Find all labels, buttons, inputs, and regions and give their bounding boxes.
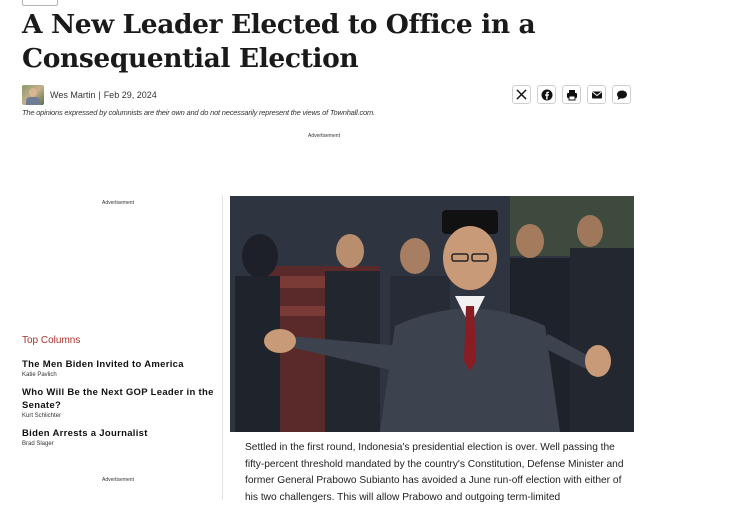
photo-illustration [230,196,634,432]
share-email-button[interactable] [587,85,606,104]
share-print-button[interactable] [562,85,581,104]
ad-label-top: Advertisement [308,133,340,139]
sidebar-divider [222,195,223,500]
column-author: Kurt Schlichter [22,413,62,419]
list-item[interactable]: Who Will Be the Next GOP Leader in the S… [22,386,217,419]
author-avatar[interactable] [22,85,44,105]
list-item[interactable]: Biden Arrests a Journalist Brad Slager [22,427,217,447]
publish-date: Feb 29, 2024 [103,90,157,100]
share-bar [512,85,631,104]
share-facebook-button[interactable] [537,85,556,104]
column-title[interactable]: Biden Arrests a Journalist [22,427,217,440]
email-icon [591,91,602,98]
opinion-disclaimer: The opinions expressed by columnists are… [22,108,375,117]
ad-label-sidebar: Advertisement [102,200,134,206]
column-title[interactable]: Who Will Be the Next GOP Leader in the S… [22,386,217,412]
author-name[interactable]: Wes Martin [50,90,95,100]
top-columns-list: The Men Biden Invited to America Katie P… [22,358,217,455]
top-nav-tab[interactable] [22,0,58,6]
top-columns-heading: Top Columns [22,335,81,346]
article-body: Settled in the first round, Indonesia's … [245,442,624,503]
print-icon [566,89,577,100]
article-title: A New Leader Elected to Office in a Cons… [22,9,536,74]
x-icon [516,89,527,100]
byline-text: Wes Martin | Feb 29, 2024 [50,90,157,100]
ad-label-sidebar-bottom: Advertisement [102,477,134,483]
share-x-button[interactable] [512,85,531,104]
byline: Wes Martin | Feb 29, 2024 [22,84,157,106]
column-title[interactable]: The Men Biden Invited to America [22,358,217,371]
comment-icon [616,90,627,100]
list-item[interactable]: The Men Biden Invited to America Katie P… [22,358,217,378]
column-author: Katie Pavlich [22,372,57,378]
article-photo [230,196,634,432]
column-author: Brad Slager [22,441,54,447]
share-comment-button[interactable] [612,85,631,104]
facebook-icon [541,89,552,100]
